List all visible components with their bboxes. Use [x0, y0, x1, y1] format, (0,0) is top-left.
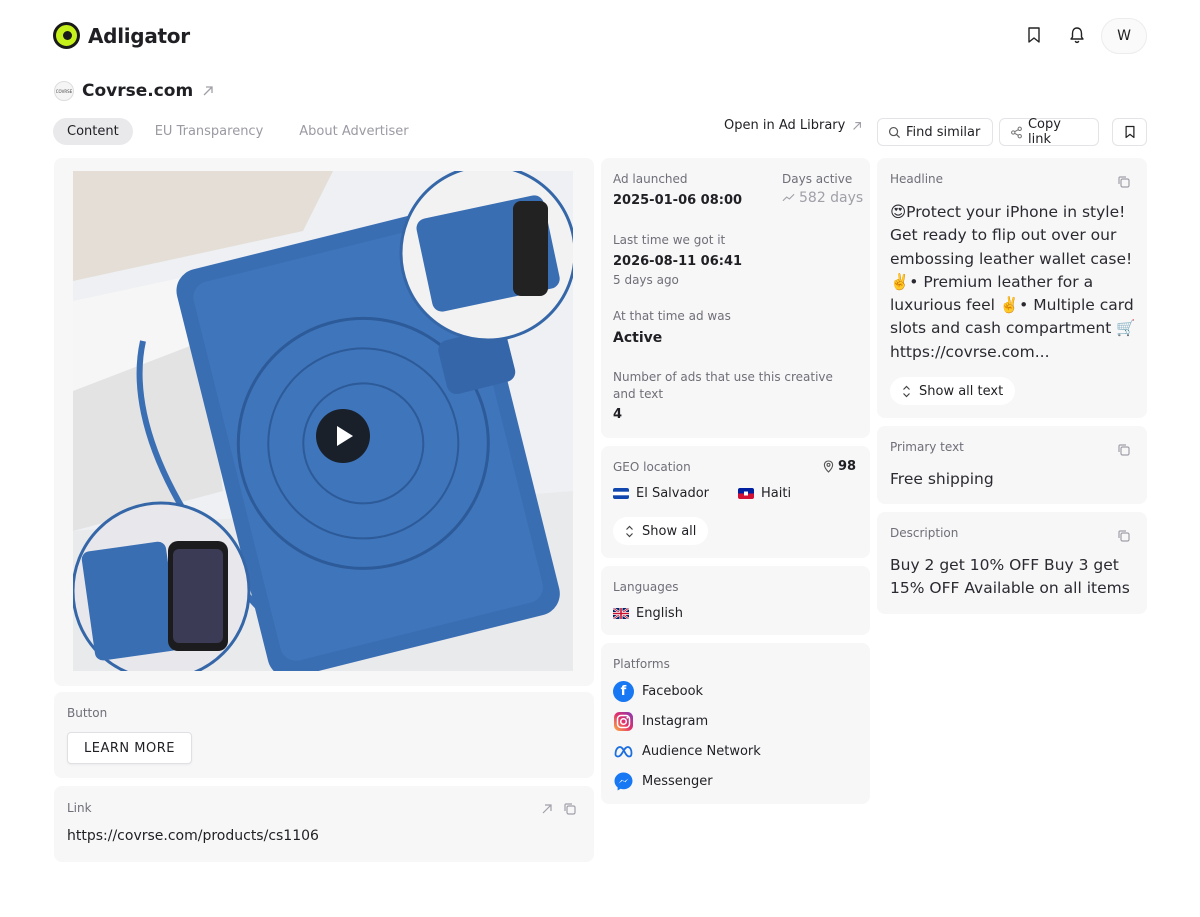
find-similar-button[interactable]: Find similar: [877, 118, 993, 146]
copy-icon[interactable]: [1117, 175, 1131, 189]
platform-facebook: f Facebook: [613, 681, 703, 702]
link-card: Link https://covrse.com/products/cs1106: [54, 786, 594, 862]
geo-card: GEO location 98 El Salvador Haiti Show a…: [601, 446, 870, 558]
geo-show-all-label: Show all: [642, 523, 697, 539]
days-active: 582 days: [782, 190, 863, 206]
learn-more-button[interactable]: LEARN MORE: [67, 732, 192, 764]
geo-count: 98: [823, 459, 856, 474]
ad-media-card: [54, 158, 594, 686]
copy-icon[interactable]: [1117, 529, 1131, 543]
ad-launched-label: Ad launched: [613, 172, 688, 186]
primary-text-card: Primary text Free shipping: [877, 426, 1147, 504]
last-time-ago: 5 days ago: [613, 273, 679, 287]
status-label: At that time ad was: [613, 309, 731, 323]
show-all-text-label: Show all text: [919, 383, 1004, 399]
status-value: Active: [613, 330, 663, 346]
copy-link-label: Copy link: [1027, 117, 1061, 147]
show-all-text-button[interactable]: Show all text: [890, 377, 1016, 405]
top-bar: Adligator W: [0, 0, 1200, 72]
language-item: English: [613, 606, 683, 621]
headline-text: 😍Protect your iPhone in style! Get ready…: [890, 203, 1136, 361]
link-url[interactable]: https://covrse.com/products/cs1106: [67, 828, 319, 844]
link-card-label: Link: [67, 801, 92, 815]
instagram-icon: [614, 712, 633, 731]
app-name: Adligator: [88, 23, 190, 48]
search-icon: [888, 126, 901, 138]
location-pin-icon: [823, 460, 834, 473]
save-ad-button[interactable]: [1112, 118, 1147, 146]
button-card: Button LEARN MORE: [54, 692, 594, 778]
uk-flag-icon: [613, 608, 629, 619]
platform-name: Messenger: [642, 774, 713, 789]
external-link-icon: [853, 121, 862, 130]
ad-stats-card: Ad launched 2025-01-06 08:00 Days active…: [601, 158, 870, 438]
days-active-label: Days active: [782, 172, 853, 186]
geo-location-name: El Salvador: [636, 486, 709, 501]
geo-item-haiti: Haiti: [738, 486, 791, 501]
primary-text-label: Primary text: [890, 440, 964, 454]
trend-icon: [782, 193, 795, 202]
user-avatar[interactable]: W: [1101, 18, 1147, 54]
tab-content[interactable]: Content: [53, 118, 133, 145]
facebook-icon: f: [613, 681, 634, 702]
geo-item-el-salvador: El Salvador: [613, 486, 709, 501]
ad-video-preview[interactable]: [73, 171, 573, 671]
open-ad-library-label: Open in Ad Library: [724, 118, 846, 133]
meta-icon: [614, 746, 633, 758]
platform-name: Instagram: [642, 714, 709, 729]
description-text: Buy 2 get 10% OFF Buy 3 get 15% OFF Avai…: [890, 556, 1130, 598]
tab-about-advertiser[interactable]: About Advertiser: [285, 118, 422, 145]
languages-card: Languages English: [601, 566, 870, 635]
share-icon: [1011, 126, 1022, 138]
last-time-label: Last time we got it: [613, 233, 726, 247]
bookmark-icon[interactable]: [1025, 26, 1043, 44]
external-link-icon[interactable]: [201, 84, 215, 98]
bookmark-icon: [1124, 125, 1135, 139]
geo-location-name: Haiti: [761, 486, 792, 501]
days-active-value: 582 days: [799, 190, 864, 206]
platforms-label: Platforms: [613, 657, 670, 671]
geo-show-all-button[interactable]: Show all: [613, 517, 709, 545]
num-ads-label: Number of ads that use this creative and…: [613, 370, 833, 401]
platform-instagram: Instagram: [613, 711, 708, 732]
content-tabs: Content EU Transparency About Advertiser: [53, 118, 423, 145]
tab-eu-transparency[interactable]: EU Transparency: [141, 118, 278, 145]
num-ads-value: 4: [613, 407, 623, 422]
advertiser-logo: COVRSE: [54, 81, 74, 101]
platform-audience-network: Audience Network: [613, 741, 761, 762]
find-similar-label: Find similar: [906, 124, 981, 140]
geo-count-value: 98: [838, 459, 857, 474]
headline-label: Headline: [890, 172, 944, 186]
copy-link-button[interactable]: Copy link: [999, 117, 1099, 147]
platforms-card: Platforms f Facebook Instagram Audience …: [601, 643, 870, 804]
platform-name: Facebook: [642, 684, 704, 699]
play-icon[interactable]: [316, 409, 370, 463]
headline-card: Headline 😍Protect your iPhone in style! …: [877, 158, 1147, 418]
description-card: Description Buy 2 get 10% OFF Buy 3 get …: [877, 512, 1147, 614]
messenger-icon: [614, 772, 633, 791]
expand-icon: [626, 525, 633, 537]
copy-icon[interactable]: [1117, 443, 1131, 457]
app-logo[interactable]: Adligator: [53, 22, 190, 49]
advertiser-name[interactable]: Covrse.com: [82, 81, 193, 101]
last-time-value: 2026-08-11 06:41: [613, 254, 743, 269]
primary-text-value: Free shipping: [890, 470, 994, 488]
advertiser-header: COVRSE Covrse.com: [54, 81, 215, 101]
el-salvador-flag-icon: [613, 488, 629, 499]
copy-icon[interactable]: [563, 802, 577, 816]
description-label: Description: [890, 526, 959, 540]
button-card-label: Button: [67, 706, 108, 720]
platform-name: Audience Network: [642, 744, 761, 759]
language-name: English: [636, 606, 683, 621]
ad-launched-value: 2025-01-06 08:00: [613, 193, 743, 208]
platform-messenger: Messenger: [613, 771, 713, 792]
languages-label: Languages: [613, 580, 679, 594]
logo-eye-icon: [53, 22, 80, 49]
expand-icon: [903, 385, 910, 397]
open-ad-library-link[interactable]: Open in Ad Library: [724, 118, 863, 133]
external-link-icon[interactable]: [540, 802, 554, 816]
geo-label: GEO location: [613, 460, 691, 474]
bell-icon[interactable]: [1068, 26, 1086, 44]
haiti-flag-icon: [738, 488, 754, 499]
